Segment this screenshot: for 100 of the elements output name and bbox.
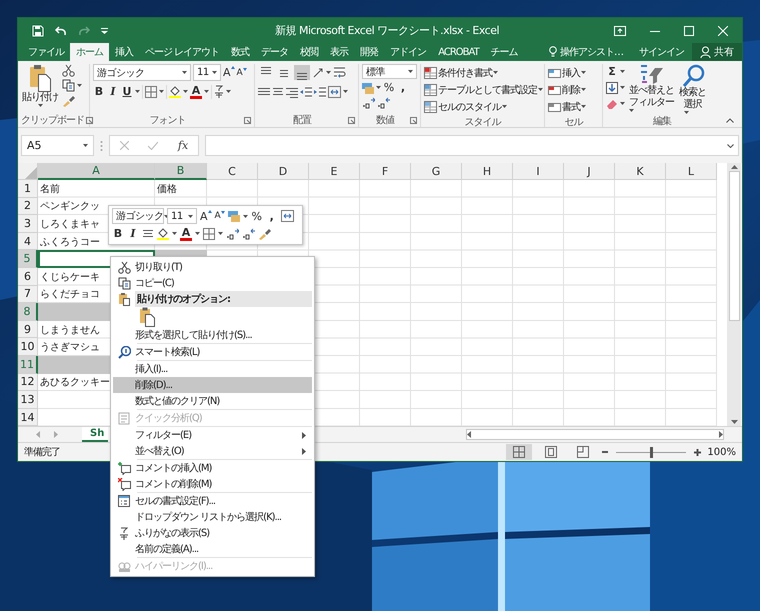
dialog-launcher-icon[interactable]	[244, 116, 251, 124]
menu-item[interactable]: コメントの削除(M)	[113, 476, 312, 492]
row-header[interactable]: 13	[18, 391, 38, 409]
row-header[interactable]: 12	[18, 374, 38, 392]
slider-thumb[interactable]	[650, 446, 654, 458]
zoom-level[interactable]: 100%	[707, 446, 736, 458]
copy-icon[interactable]	[62, 79, 75, 92]
dialog-launcher-icon[interactable]	[348, 116, 355, 124]
caret-icon[interactable]	[218, 232, 223, 236]
scroll-up-icon[interactable]	[730, 165, 738, 169]
menu-item[interactable]: ふりがなの表示(S)	[113, 525, 312, 541]
cells-button[interactable]: 書式	[548, 98, 586, 115]
comment-icon[interactable]	[118, 462, 130, 474]
caret-icon[interactable]	[581, 71, 586, 74]
menu-item[interactable]: 切り取り(T)	[113, 259, 312, 275]
comment-icon[interactable]	[118, 478, 130, 490]
undo-icon[interactable]	[55, 26, 67, 36]
copy-icon[interactable]	[118, 276, 130, 290]
column-header[interactable]: B	[155, 163, 207, 180]
styles-button[interactable]: 条件付き書式	[424, 64, 543, 81]
row-header[interactable]: 8	[18, 303, 38, 321]
caret-icon[interactable]	[195, 232, 200, 236]
drag-handle-icon[interactable]	[100, 140, 103, 152]
italic-button[interactable]: I	[107, 85, 119, 98]
lightbulb-icon[interactable]	[549, 46, 557, 58]
wrap-text-icon[interactable]	[333, 66, 346, 79]
comma-button[interactable]: ,	[397, 81, 409, 94]
scissors-icon[interactable]	[118, 260, 130, 274]
brush-icon[interactable]	[62, 94, 76, 108]
magnifier-icon[interactable]	[118, 346, 130, 358]
shrink-font-button[interactable]: A	[236, 68, 247, 78]
caret-icon[interactable]	[182, 71, 187, 74]
grow-font-button[interactable]: A	[223, 66, 235, 79]
caret-icon[interactable]	[620, 70, 625, 73]
indent-icon[interactable]	[314, 86, 326, 98]
outdent-icon[interactable]	[300, 86, 312, 98]
merge-icon[interactable]	[280, 210, 294, 222]
styles-button[interactable]: テーブルとして書式設定	[424, 81, 543, 98]
caret-icon[interactable]	[538, 88, 543, 91]
row-header[interactable]: 6	[18, 268, 38, 286]
caret-icon[interactable]	[326, 71, 331, 74]
ribbon-tab[interactable]: 校閲	[294, 43, 324, 61]
ribbon-tab[interactable]: ACROBAT	[432, 43, 485, 61]
column-header[interactable]: K	[615, 163, 666, 180]
menu-item[interactable]: 数式と値のクリア(N)	[113, 393, 312, 409]
brush-icon[interactable]	[258, 226, 272, 241]
decrease-decimal-icon[interactable]	[377, 97, 390, 109]
column-header[interactable]: H	[462, 163, 513, 180]
view-button[interactable]	[506, 444, 532, 460]
percent-button[interactable]: %	[383, 81, 395, 94]
font-color-button[interactable]: A	[190, 84, 202, 98]
column-header[interactable]: C	[207, 163, 258, 180]
caret-icon[interactable]	[159, 90, 164, 93]
scissors-icon[interactable]	[62, 64, 75, 77]
bold-button[interactable]: B	[112, 227, 124, 240]
caret-icon[interactable]	[620, 86, 625, 89]
align-center-icon[interactable]	[272, 86, 284, 98]
font-size-field[interactable]: 11	[193, 64, 221, 81]
zoom-in-icon[interactable]	[694, 448, 702, 456]
expand-icon[interactable]	[727, 144, 734, 148]
cells-button[interactable]: 削除	[548, 81, 586, 98]
menu-item[interactable]: 並べ替え(O)	[113, 443, 312, 459]
merge-icon[interactable]	[328, 86, 341, 98]
horizontal-scrollbar[interactable]	[466, 429, 724, 440]
caret-icon[interactable]	[376, 86, 381, 89]
row-header[interactable]: 5	[18, 250, 38, 268]
menu-item[interactable]: 削除(D)...	[113, 377, 312, 393]
formula-input[interactable]	[205, 135, 739, 156]
menu-item[interactable]: 名前の定義(A)...	[113, 541, 312, 557]
column-header[interactable]: E	[309, 163, 360, 180]
ribbon-tab[interactable]: ページ レイアウト	[139, 43, 226, 61]
comma-button[interactable]: ,	[266, 210, 278, 223]
column-header[interactable]: G	[411, 163, 462, 180]
paste-button[interactable]: 貼り付け	[21, 64, 59, 113]
caret-icon[interactable]	[581, 105, 586, 108]
increase-decimal-icon[interactable]	[226, 228, 239, 240]
customize-icon[interactable]	[101, 28, 108, 34]
caret-icon[interactable]	[188, 214, 193, 218]
sign-in-link[interactable]: サインイン	[631, 43, 692, 61]
menu-item[interactable]: フィルター(E)	[113, 427, 312, 443]
zoom-out-icon[interactable]	[602, 451, 608, 454]
checkmark-icon[interactable]	[148, 141, 158, 150]
dialog-launcher-icon[interactable]	[410, 116, 417, 124]
fill-color-icon[interactable]	[169, 86, 181, 98]
menu-item[interactable]: 挿入(I)...	[113, 361, 312, 377]
orientation-icon[interactable]	[312, 66, 324, 78]
borders-icon[interactable]	[145, 86, 157, 98]
maximize-icon[interactable]	[684, 26, 694, 36]
caret-icon[interactable]	[242, 214, 248, 218]
caret-icon[interactable]	[77, 84, 82, 87]
caret-icon[interactable]	[204, 90, 209, 93]
row-header[interactable]: 10	[18, 338, 38, 356]
row-header[interactable]: 3	[18, 215, 38, 233]
ribbon-tab[interactable]: 数式	[225, 43, 256, 61]
font-name-field[interactable]: 游ゴシック	[112, 208, 164, 224]
fill-down-icon[interactable]	[606, 82, 618, 94]
ribbon-tab[interactable]: データ	[255, 43, 294, 61]
column-header[interactable]: J	[564, 163, 615, 180]
shrink-font-button[interactable]: A	[214, 211, 225, 222]
align-right-icon[interactable]	[286, 86, 298, 98]
